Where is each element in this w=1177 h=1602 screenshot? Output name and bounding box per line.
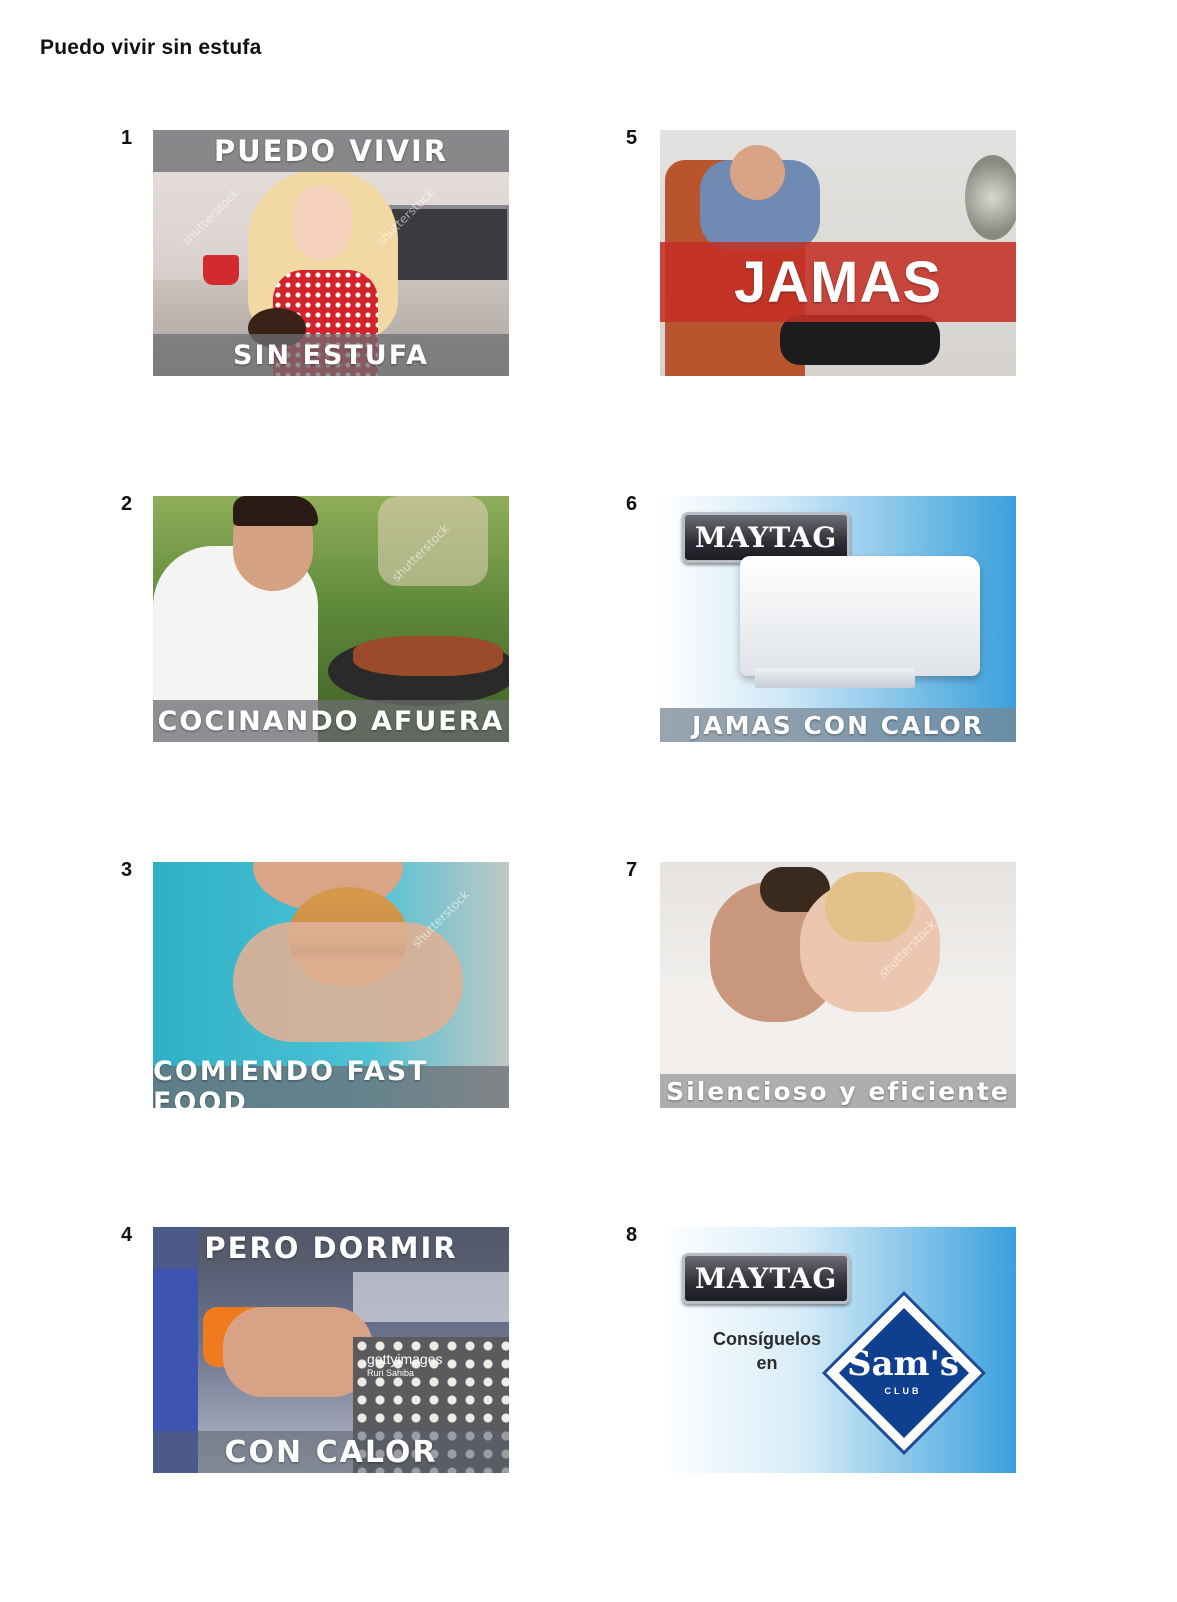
panel-1-top-caption: PUEDO VIVIR bbox=[153, 130, 509, 172]
panel-4-bottom-caption: CON CALOR bbox=[153, 1431, 509, 1473]
air-conditioner-shape bbox=[740, 556, 980, 676]
caption-text: Consíguelos en bbox=[692, 1327, 842, 1375]
fridge-shelf-shape bbox=[353, 1272, 509, 1322]
panel-1-bottom-caption: SIN ESTUFA bbox=[153, 334, 509, 376]
sams-club-logo-text: Sam's bbox=[846, 1344, 960, 1384]
panel-4-top-caption: PERO DORMIR bbox=[153, 1227, 509, 1269]
ac-vent-shape bbox=[755, 668, 915, 688]
panel-4-image: gettyimages Ruri Sahiba PERO DORMIR CON … bbox=[153, 1227, 509, 1473]
panel-number-4: 4 bbox=[121, 1224, 133, 1246]
panel-7-image: shutterstock Silencioso y eficiente bbox=[660, 862, 1016, 1108]
gettyimages-credit: gettyimages bbox=[367, 1351, 443, 1367]
caption-line-1: Consíguelos bbox=[712, 1329, 821, 1349]
man-legs-shape bbox=[780, 315, 940, 365]
panel-8-image: MAYTAG Consíguelos en Sam's CLUB bbox=[660, 1227, 1016, 1473]
panel-2-image: shutterstock COCINANDO AFUERA bbox=[153, 496, 509, 742]
panel-7-bottom-caption: Silencioso y eficiente bbox=[660, 1074, 1016, 1108]
panel-number-8: 8 bbox=[626, 1224, 638, 1246]
man-hair-shape bbox=[233, 496, 318, 526]
pot-shape bbox=[203, 255, 239, 285]
panel-5-center-caption: JAMAS bbox=[660, 242, 1016, 322]
panel-2-bottom-caption: COCINANDO AFUERA bbox=[153, 700, 509, 742]
photographer-credit: Ruri Sahiba bbox=[367, 1368, 415, 1378]
food-shape bbox=[353, 636, 503, 676]
panel-1-image: shutterstock shutterstock PUEDO VIVIR SI… bbox=[153, 130, 509, 376]
sleeping-man-shape bbox=[223, 1307, 373, 1397]
fan-shape bbox=[965, 155, 1016, 240]
panel-3-image: shutterstock COMIENDO FAST FOOD bbox=[153, 862, 509, 1108]
maytag-logo: MAYTAG bbox=[682, 1253, 851, 1304]
sams-club-sub: CLUB bbox=[884, 1386, 922, 1396]
panel-6-bottom-caption: JAMAS CON CALOR bbox=[660, 708, 1016, 742]
panel-5-image: JAMAS bbox=[660, 130, 1016, 376]
panel-number-2: 2 bbox=[121, 493, 133, 515]
watermark-text: shutterstock bbox=[179, 185, 243, 249]
panel-number-1: 1 bbox=[121, 127, 133, 149]
man-head-shape bbox=[730, 145, 785, 200]
panel-number-5: 5 bbox=[626, 127, 638, 149]
panel-number-7: 7 bbox=[626, 859, 638, 881]
panel-6-image: MAYTAG JAMAS CON CALOR bbox=[660, 496, 1016, 742]
panel-3-bottom-caption: COMIENDO FAST FOOD bbox=[153, 1056, 509, 1108]
caption-line-2: en bbox=[756, 1353, 778, 1373]
panel-number-3: 3 bbox=[121, 859, 133, 881]
page-title: Puedo vivir sin estufa bbox=[40, 36, 262, 59]
woman-face-shape bbox=[293, 185, 351, 260]
woman-hair-shape bbox=[825, 872, 915, 942]
panel-number-6: 6 bbox=[626, 493, 638, 515]
